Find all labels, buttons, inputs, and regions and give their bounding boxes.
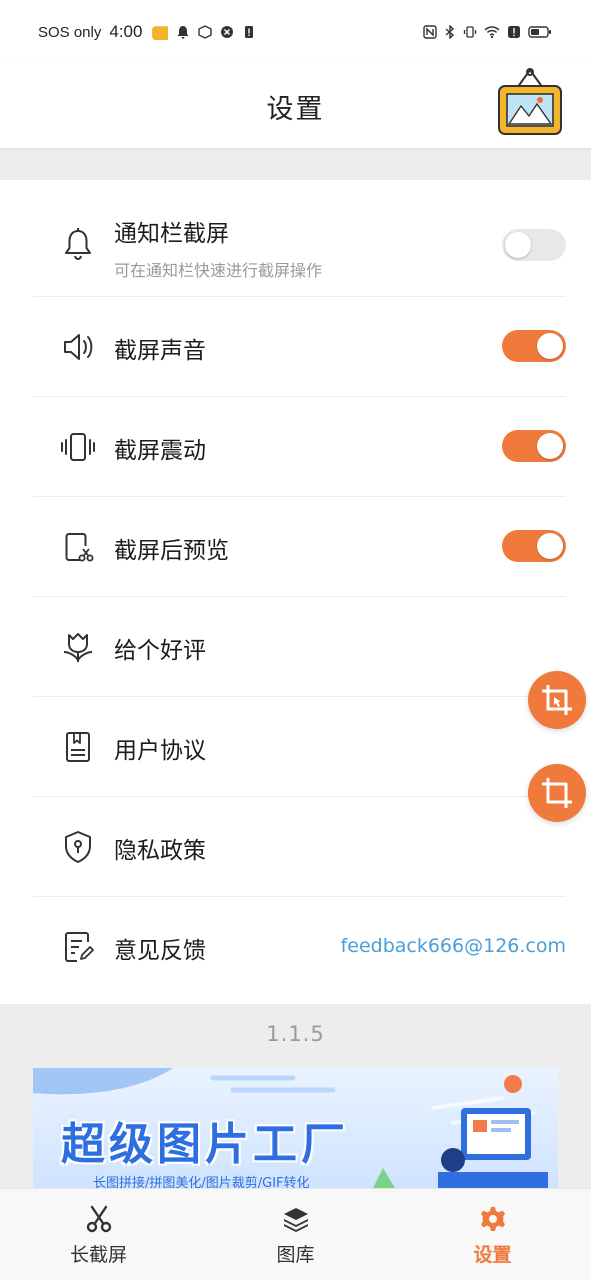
setting-label: 意见反馈 (114, 938, 206, 964)
setting-row-privacy-policy[interactable]: 隐私政策 (33, 797, 566, 897)
version-label: 1.1.5 (266, 1022, 325, 1046)
setting-row-notification-screenshot[interactable]: 通知栏截屏 可在通知栏快速进行截屏操作 (33, 180, 566, 297)
gear-icon (480, 1207, 505, 1231)
setting-label: 截屏声音 (114, 338, 206, 364)
app-header: 设置 (0, 64, 591, 148)
sound-toggle[interactable] (502, 330, 566, 362)
setting-description: 可在通知栏快速进行截屏操作 (114, 261, 323, 280)
vibrate-icon (61, 433, 95, 461)
carrier-label: SOS only (38, 23, 102, 41)
nav-item-gallery[interactable]: 图库 (197, 1189, 394, 1280)
setting-label: 隐私政策 (114, 838, 206, 864)
setting-label: 给个好评 (114, 638, 206, 664)
scissors-icon (86, 1205, 111, 1233)
block-status-icon (221, 26, 234, 38)
settings-list: 通知栏截屏 可在通知栏快速进行截屏操作 截屏声音 截屏震动 截屏后预览 给个好评… (0, 180, 591, 1004)
battery-icon (528, 26, 551, 38)
setting-row-user-agreement[interactable]: 用户协议 (33, 697, 566, 797)
feedback-email-link[interactable]: feedback666@126.com (341, 935, 566, 957)
bell-status-icon (177, 26, 189, 39)
promo-banner[interactable]: 超级图片工厂 长图拼接/拼图美化/图片裁剪/GIF转化 (33, 1068, 558, 1188)
tulip-icon (63, 633, 93, 662)
notification-screenshot-toggle[interactable] (502, 229, 566, 261)
phone-scissors-icon (65, 533, 94, 562)
toggle-knob (537, 533, 563, 559)
nav-label: 图库 (276, 1244, 315, 1266)
clock: 4:00 (109, 22, 143, 41)
document-icon (66, 732, 90, 762)
nfc-icon (423, 25, 437, 39)
layers-icon (283, 1208, 308, 1232)
nav-item-settings[interactable]: 设置 (394, 1189, 591, 1280)
nav-item-long-screenshot[interactable]: 长截屏 (0, 1189, 197, 1280)
page-title: 设置 (266, 93, 325, 125)
setting-row-vibration[interactable]: 截屏震动 (33, 397, 566, 497)
bluetooth-icon (445, 25, 455, 39)
bell-icon (65, 228, 91, 261)
alert-status-icon (245, 26, 254, 38)
setting-label: 截屏震动 (114, 438, 206, 464)
setting-label: 截屏后预览 (114, 538, 229, 564)
speaker-icon (64, 334, 93, 360)
setting-label: 用户协议 (114, 738, 206, 764)
bottom-navigation: 长截屏 图库 设置 (0, 1188, 591, 1280)
nav-label: 设置 (473, 1244, 512, 1266)
screenshot-touch-fab[interactable] (528, 671, 586, 729)
setting-row-feedback[interactable]: 意见反馈 feedback666@126.com (33, 897, 566, 997)
box-status-icon (198, 25, 213, 39)
edit-note-icon (65, 932, 94, 962)
shield-icon (65, 831, 91, 863)
setting-row-sound[interactable]: 截屏声音 (33, 297, 566, 397)
toggle-knob (537, 333, 563, 359)
toggle-knob (537, 433, 563, 459)
status-bar: SOS only 4:00 (0, 0, 591, 64)
wifi-icon (484, 26, 500, 39)
crop-icon (542, 778, 572, 808)
toggle-knob (505, 232, 531, 258)
nav-label: 长截屏 (69, 1244, 127, 1266)
touch-crop-icon (542, 685, 572, 715)
setting-row-rate[interactable]: 给个好评 (33, 597, 566, 697)
preview-toggle[interactable] (502, 530, 566, 562)
vibration-toggle[interactable] (502, 430, 566, 462)
banner-title: 超级图片工厂 (61, 1119, 349, 1170)
banner-subtitle: 长图拼接/拼图美化/图片裁剪/GIF转化 (93, 1176, 310, 1188)
setting-row-preview[interactable]: 截屏后预览 (33, 497, 566, 597)
notification-app-icon (152, 26, 169, 40)
crop-fab[interactable] (528, 764, 586, 822)
vibrate-status-icon (463, 26, 477, 38)
picture-frame-icon[interactable] (495, 68, 565, 138)
warning-status-icon (508, 26, 520, 38)
setting-label: 通知栏截屏 (114, 221, 229, 247)
